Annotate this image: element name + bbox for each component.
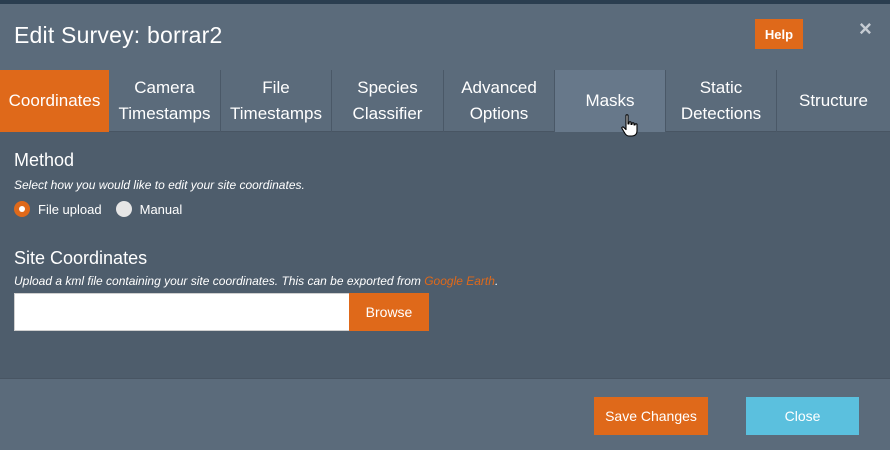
browse-button[interactable]: Browse — [349, 293, 429, 331]
tab-label: Species — [357, 78, 418, 97]
method-radio-group: File upload Manual — [14, 201, 196, 217]
manual-label[interactable]: Manual — [140, 202, 183, 217]
tab-label: Advanced — [461, 78, 537, 97]
close-button[interactable]: Close — [746, 397, 859, 435]
tab-bar: Coordinates Camera Timestamps File Timesta… — [0, 70, 890, 132]
close-icon[interactable]: × — [859, 18, 872, 40]
tab-label: Timestamps — [230, 104, 322, 123]
tab-species-classifier[interactable]: Species Classifier — [332, 70, 444, 132]
tab-masks[interactable]: Masks — [555, 70, 666, 132]
tab-advanced-options[interactable]: Advanced Options — [444, 70, 555, 132]
kml-file-input[interactable] — [14, 293, 350, 331]
help-text-prefix: Upload a kml file containing your site c… — [14, 274, 425, 288]
file-upload-label[interactable]: File upload — [38, 202, 102, 217]
tab-label: Coordinates — [8, 91, 101, 110]
site-coordinates-title: Site Coordinates — [14, 248, 148, 268]
tab-label: Structure — [799, 91, 868, 110]
help-button[interactable]: Help — [755, 19, 803, 49]
tab-file-timestamps[interactable]: File Timestamps — [221, 70, 332, 132]
tab-structure[interactable]: Structure — [777, 70, 890, 132]
tab-label: Timestamps — [118, 104, 211, 123]
modal-footer: Save Changes Close — [0, 378, 890, 450]
google-earth-link[interactable]: Google Earth — [424, 274, 495, 288]
tab-label: Detections — [680, 104, 762, 123]
help-text-suffix: . — [494, 274, 499, 288]
site-coordinates-help-text: Upload a kml file containing your site c… — [14, 274, 498, 288]
tab-label: Masks — [585, 91, 635, 110]
manual-radio[interactable] — [115, 201, 132, 217]
tab-static-detections[interactable]: Static Detections — [666, 70, 777, 132]
tab-label: Classifier — [352, 104, 423, 123]
modal-title: Edit Survey: borrar2 — [14, 22, 223, 48]
file-upload-radio[interactable] — [14, 201, 30, 217]
tab-label: Camera — [134, 78, 195, 97]
tab-label: Options — [469, 104, 529, 123]
modal-header: Edit Survey: borrar2 Help × — [0, 4, 890, 70]
method-title: Method — [14, 150, 75, 170]
save-changes-button[interactable]: Save Changes — [594, 397, 708, 435]
tab-coordinates[interactable]: Coordinates — [0, 70, 109, 132]
tab-camera-timestamps[interactable]: Camera Timestamps — [109, 70, 221, 132]
method-help-text: Select how you would like to edit your s… — [14, 178, 305, 192]
tab-label: Static — [699, 78, 743, 97]
hand-pointer-icon — [621, 114, 638, 137]
edit-survey-modal: Edit Survey: borrar2 Help × Coordinates … — [0, 4, 890, 450]
tab-label: File — [262, 78, 290, 97]
